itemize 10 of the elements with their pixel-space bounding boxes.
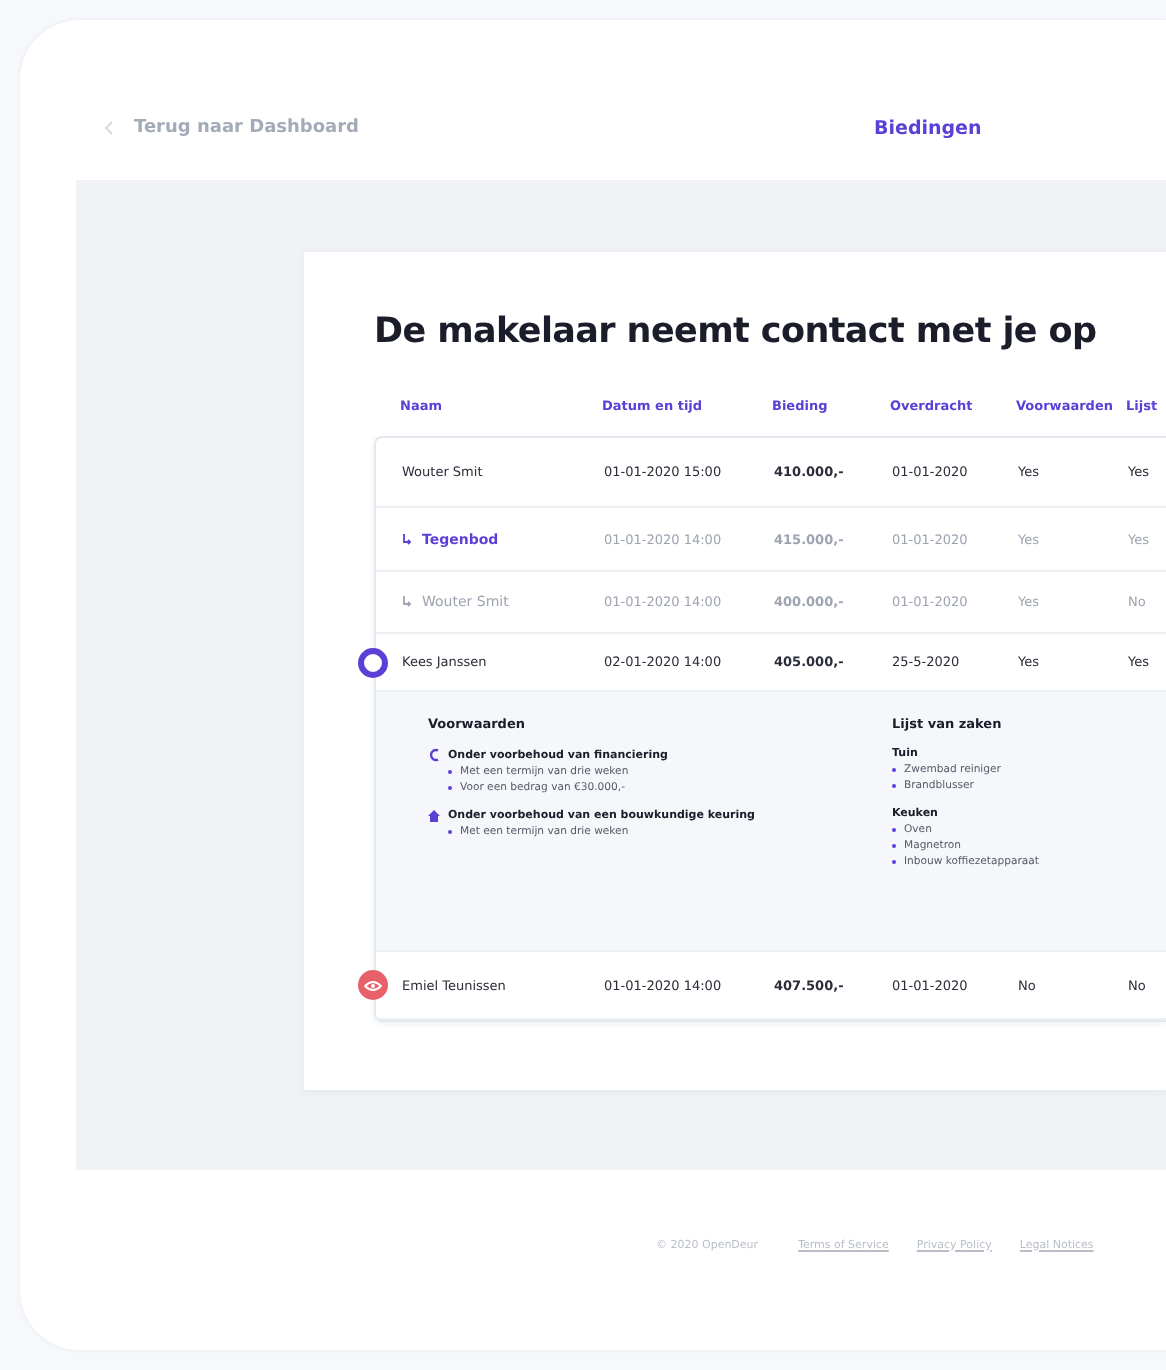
back-link[interactable]: Terug naar Dashboard <box>104 118 874 138</box>
page-title: Biedingen <box>874 117 982 139</box>
reply-arrow-icon <box>402 596 412 608</box>
euro-icon <box>428 748 440 762</box>
house-icon <box>428 810 440 822</box>
eye-icon[interactable] <box>358 970 388 1000</box>
ring-marker-icon[interactable] <box>358 647 388 677</box>
reply-arrow-icon <box>402 533 412 545</box>
card-title: De makelaar neemt contact met je op <box>374 312 1099 352</box>
chevron-left-icon <box>104 120 114 136</box>
